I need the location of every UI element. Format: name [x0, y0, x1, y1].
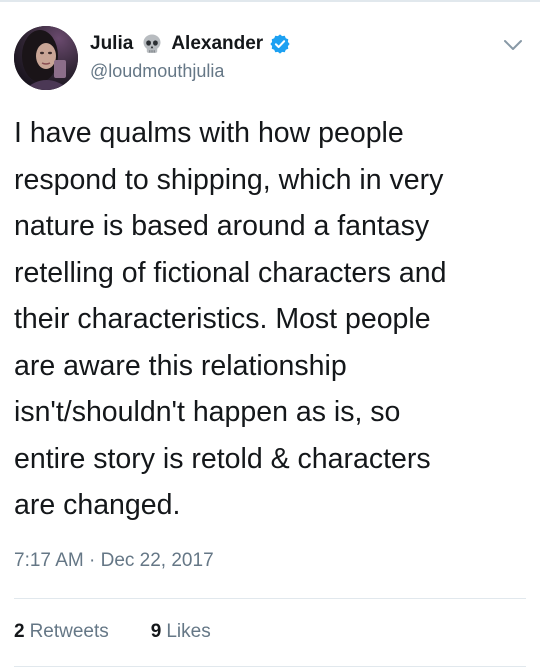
likes-count: 9: [150, 621, 162, 642]
likes-stat[interactable]: 9 Likes: [151, 620, 211, 644]
display-name[interactable]: Julia Alexander: [90, 32, 291, 56]
retweets-label: Retweets: [29, 621, 109, 642]
tweet-text: I have qualms with how people respond to…: [14, 117, 447, 521]
last-name: Alexander: [171, 33, 264, 54]
retweets-count: 2: [14, 621, 25, 642]
tweet-time: 7:17 AM: [14, 550, 84, 571]
verified-badge-icon: [269, 33, 291, 55]
first-name: Julia: [90, 33, 134, 54]
user-handle[interactable]: @loudmouthjulia: [90, 60, 291, 82]
likes-label: Likes: [166, 621, 211, 642]
skull-icon: [141, 33, 163, 55]
avatar[interactable]: [14, 26, 78, 90]
tweet-timestamp[interactable]: 7:17 AM · Dec 22, 2017: [14, 549, 214, 573]
retweets-stat[interactable]: 2 Retweets: [14, 620, 109, 644]
top-divider: [0, 0, 540, 2]
stats-top-divider: [14, 598, 526, 599]
tweet-stats: 2 Retweets 9 Likes: [14, 620, 211, 644]
tweet-date: Dec 22, 2017: [100, 550, 214, 571]
chevron-down-icon[interactable]: [502, 34, 524, 56]
tweet-header: Julia Alexander @loudmouthjulia: [14, 26, 526, 92]
stats-bottom-divider: [14, 666, 526, 667]
timestamp-separator: ·: [83, 550, 101, 571]
